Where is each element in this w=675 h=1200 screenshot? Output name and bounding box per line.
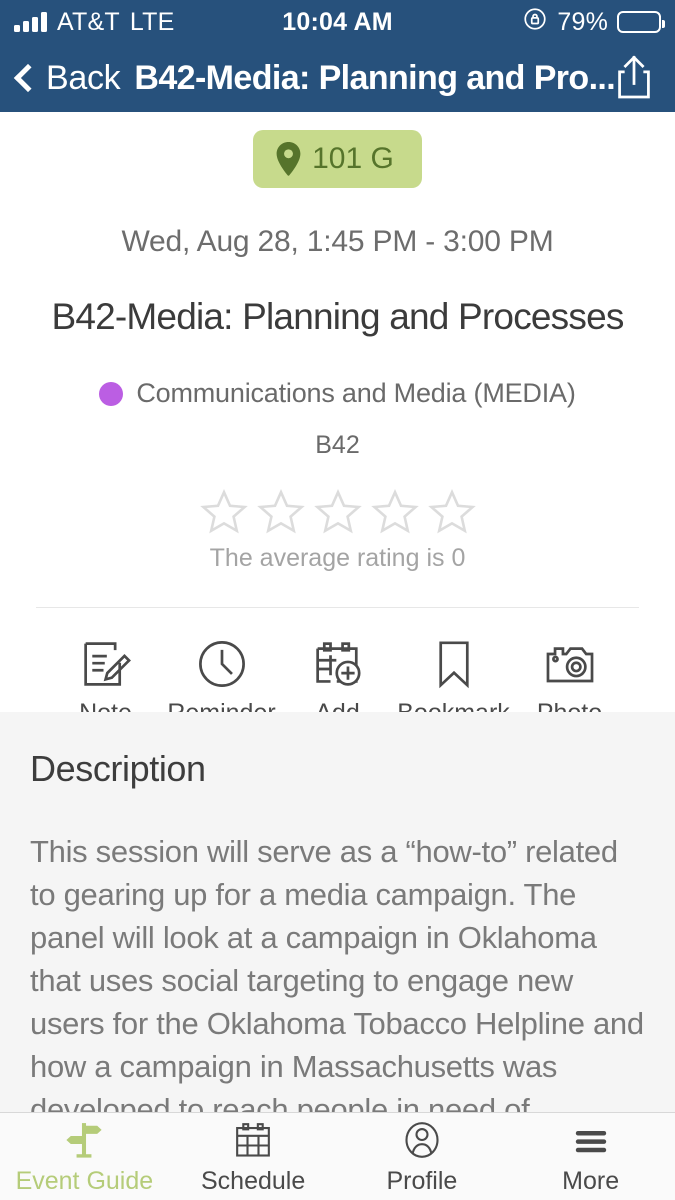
app-screen: AT&T LTE 10:04 AM 79% Back B42-Media: Pl… xyxy=(0,0,675,1200)
session-detail-content: 101 G Wed, Aug 28, 1:45 PM - 3:00 PM B42… xyxy=(0,112,675,728)
tab-more-label: More xyxy=(562,1167,620,1195)
rotation-lock-icon xyxy=(522,6,548,39)
calendar-plus-icon xyxy=(311,635,365,693)
description-body: This session will serve as a “how-to” re… xyxy=(30,834,644,1112)
map-pin-icon xyxy=(275,142,302,176)
tab-profile-label: Profile xyxy=(386,1167,458,1195)
description-heading: Description xyxy=(30,748,206,789)
back-button[interactable]: Back xyxy=(10,58,121,98)
tab-profile[interactable]: Profile xyxy=(338,1117,507,1196)
star-icon[interactable] xyxy=(427,487,476,535)
section-divider xyxy=(36,607,639,608)
location-label: 101 G xyxy=(312,142,394,175)
location-row: 101 G xyxy=(0,112,675,188)
tab-schedule[interactable]: Schedule xyxy=(169,1117,338,1196)
battery-icon xyxy=(617,11,666,33)
signpost-icon xyxy=(62,1117,106,1163)
navigation-bar: Back B42-Media: Planning and Pro... xyxy=(0,44,675,112)
star-icon[interactable] xyxy=(313,487,362,535)
track-color-dot xyxy=(99,381,124,406)
note-icon xyxy=(79,635,133,693)
person-icon xyxy=(401,1117,443,1163)
bottom-tab-bar: Event Guide Schedule Profile More xyxy=(0,1112,675,1200)
tab-more[interactable]: More xyxy=(506,1117,675,1196)
location-badge[interactable]: 101 G xyxy=(253,130,422,188)
status-bar-right: 79% xyxy=(393,6,666,39)
session-title: B42-Media: Planning and Processes xyxy=(51,296,624,337)
track-label: Communications and Media (MEDIA) xyxy=(136,378,576,408)
rating-stars[interactable] xyxy=(0,487,675,535)
average-rating-label: The average rating is 0 xyxy=(209,544,466,572)
clock-label: 10:04 AM xyxy=(282,7,393,36)
tab-event-guide-label: Event Guide xyxy=(15,1167,154,1195)
session-datetime: Wed, Aug 28, 1:45 PM - 3:00 PM xyxy=(121,225,554,258)
hamburger-icon xyxy=(570,1117,612,1163)
bookmark-icon xyxy=(427,635,481,693)
signal-bars-icon xyxy=(14,12,47,32)
clock-icon xyxy=(195,635,249,693)
session-track: Communications and Media (MEDIA) xyxy=(0,378,675,409)
description-section: Description This session will serve as a… xyxy=(0,712,675,1112)
share-icon[interactable] xyxy=(615,55,653,101)
chevron-left-icon xyxy=(13,63,43,93)
status-bar-left: AT&T LTE xyxy=(14,8,282,37)
network-type-label: LTE xyxy=(129,7,175,36)
page-title: B42-Media: Planning and Pro... xyxy=(134,58,615,97)
tab-event-guide[interactable]: Event Guide xyxy=(0,1117,169,1196)
calendar-icon xyxy=(232,1117,274,1163)
session-code: B42 xyxy=(315,431,360,459)
tab-schedule-label: Schedule xyxy=(201,1167,306,1195)
back-button-label: Back xyxy=(46,58,121,97)
camera-icon xyxy=(543,635,597,693)
carrier-label: AT&T xyxy=(57,7,120,36)
star-icon[interactable] xyxy=(370,487,419,535)
battery-percent-label: 79% xyxy=(557,7,609,36)
star-icon[interactable] xyxy=(199,487,248,535)
status-bar: AT&T LTE 10:04 AM 79% xyxy=(0,0,675,44)
star-icon[interactable] xyxy=(256,487,305,535)
